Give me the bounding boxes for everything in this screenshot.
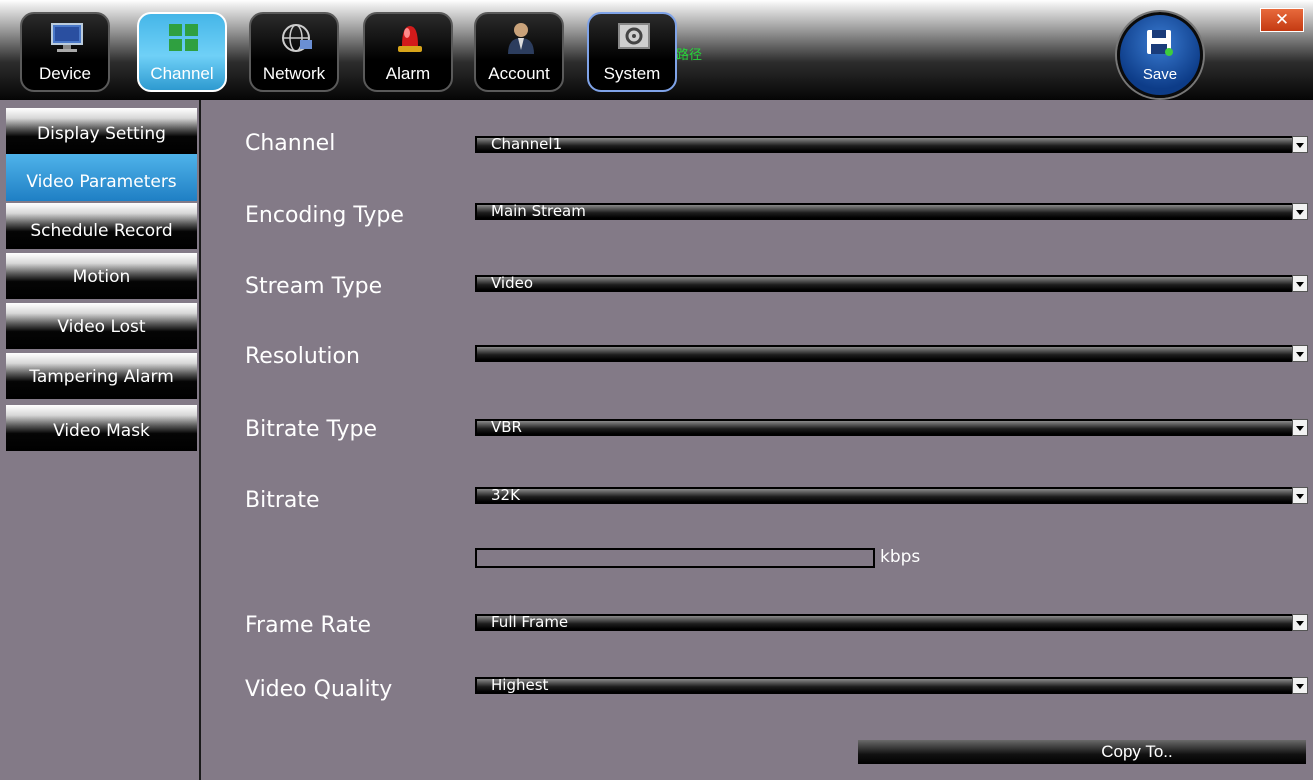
save-button[interactable]: Save <box>1117 12 1203 98</box>
system-button[interactable]: System <box>587 12 677 92</box>
sidebar-item-video-lost[interactable]: Video Lost <box>6 303 197 349</box>
network-button-label: Network <box>262 64 326 83</box>
chevron-down-icon <box>1292 419 1308 436</box>
sidebar-item-schedule-record[interactable]: Schedule Record <box>6 203 197 249</box>
custom-bitrate-input[interactable] <box>475 548 875 568</box>
video-quality-select[interactable]: Highest <box>475 677 1308 694</box>
stream-type-select[interactable]: Video <box>475 275 1308 292</box>
network-button[interactable]: Network <box>249 12 339 92</box>
copy-to-button[interactable]: Copy To.. <box>858 740 1306 764</box>
close-button[interactable]: ✕ <box>1260 8 1304 32</box>
encoding-type-select[interactable]: Main Stream <box>475 203 1308 220</box>
stream-type-label: Stream Type <box>245 274 383 299</box>
floppy-disk-icon <box>1147 30 1173 56</box>
chevron-down-icon <box>1292 345 1308 362</box>
bitrate-type-label: Bitrate Type <box>245 417 378 442</box>
bitrate-select[interactable]: 32K <box>475 487 1308 504</box>
channel-select[interactable]: Channel1 <box>475 136 1308 153</box>
encoding-type-value: Main Stream <box>491 202 586 220</box>
encoding-type-label: Encoding Type <box>245 203 404 228</box>
channel-grid-icon <box>169 24 198 51</box>
device-button-label: Device <box>39 64 91 83</box>
monitor-icon <box>51 23 83 52</box>
video-quality-value: Highest <box>491 676 549 694</box>
alarm-button-label: Alarm <box>385 64 431 83</box>
account-button[interactable]: Account <box>474 12 564 92</box>
top-toolbar: Device Channel Network Alarm Account Sys… <box>0 0 1313 100</box>
channel-button-label: Channel <box>150 64 214 83</box>
frame-rate-value: Full Frame <box>491 613 569 631</box>
sidebar-item-tampering-alarm[interactable]: Tampering Alarm <box>6 353 197 399</box>
save-label: Save <box>1142 66 1178 83</box>
video-quality-label: Video Quality <box>245 677 393 702</box>
device-button[interactable]: Device <box>20 12 110 92</box>
channel-select-value: Channel1 <box>491 135 563 153</box>
bitrate-type-value: VBR <box>491 418 522 436</box>
chevron-down-icon <box>1292 614 1308 631</box>
system-button-label: System <box>603 64 661 83</box>
chevron-down-icon <box>1292 677 1308 694</box>
user-account-icon <box>508 23 534 54</box>
channel-button[interactable]: Channel <box>137 12 227 92</box>
stream-type-value: Video <box>491 274 534 292</box>
account-button-label: Account <box>488 64 550 83</box>
frame-rate-label: Frame Rate <box>245 613 371 638</box>
alarm-light-icon <box>398 26 422 52</box>
sidebar: Display Setting Video Parameters Schedul… <box>0 100 201 780</box>
network-icon <box>282 24 312 52</box>
bitrate-type-select[interactable]: VBR <box>475 419 1308 436</box>
alarm-button[interactable]: Alarm <box>363 12 453 92</box>
sidebar-item-display-setting[interactable]: Display Setting <box>6 108 197 154</box>
resolution-label: Resolution <box>245 344 360 369</box>
system-settings-icon <box>618 23 650 49</box>
sidebar-item-video-parameters[interactable]: Video Parameters <box>6 154 197 201</box>
bitrate-unit-label: kbps <box>880 547 921 567</box>
bitrate-label: Bitrate <box>245 488 320 513</box>
sidebar-item-video-mask[interactable]: Video Mask <box>6 405 197 451</box>
frame-rate-select[interactable]: Full Frame <box>475 614 1308 631</box>
chevron-down-icon <box>1292 203 1308 220</box>
sidebar-item-motion[interactable]: Motion <box>6 253 197 299</box>
resolution-select[interactable] <box>475 345 1308 362</box>
path-label: 路径 <box>676 48 703 63</box>
bitrate-value: 32K <box>491 486 520 504</box>
chevron-down-icon <box>1292 136 1308 153</box>
chevron-down-icon <box>1292 275 1308 292</box>
chevron-down-icon <box>1292 487 1308 504</box>
channel-label: Channel <box>245 131 336 156</box>
